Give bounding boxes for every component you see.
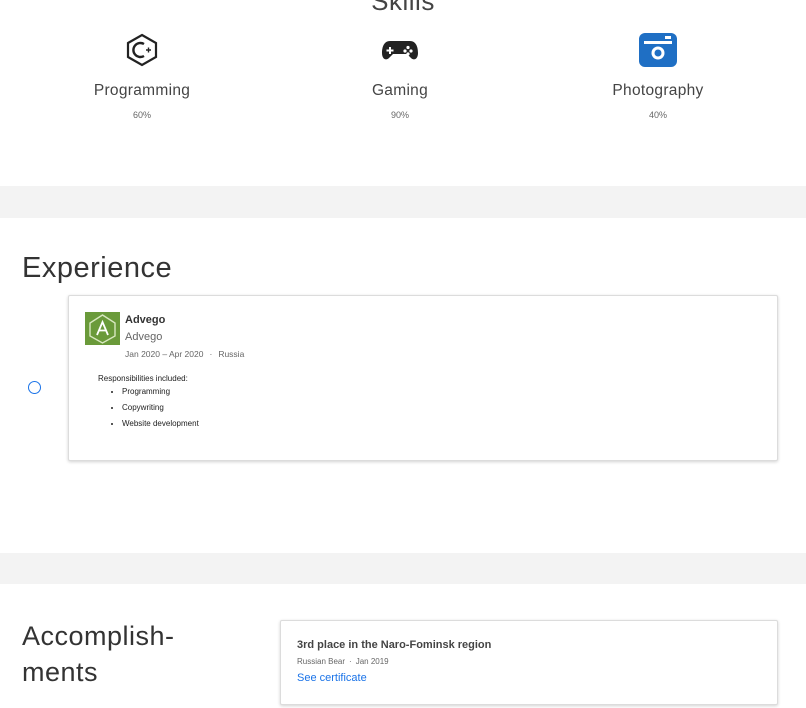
responsibilities-list: Programming Copywriting Website developm… bbox=[98, 387, 199, 429]
camera-icon bbox=[639, 33, 677, 67]
list-item: Copywriting bbox=[122, 403, 199, 413]
accomplishments-title: Accomplish- ments bbox=[22, 618, 175, 690]
accomplishments-title-line1: Accomplish- bbox=[22, 621, 175, 651]
responsibilities: Responsibilities included: Programming C… bbox=[98, 374, 199, 435]
skill-gaming: Gaming 90% bbox=[300, 32, 500, 120]
section-divider bbox=[0, 186, 806, 218]
experience-title: Experience bbox=[22, 252, 173, 284]
separator: · bbox=[209, 349, 213, 359]
accomplishment-meta: Russian Bear · Jan 2019 bbox=[297, 657, 389, 666]
accomplishment-card: 3rd place in the Naro-Fominsk region Rus… bbox=[280, 620, 778, 705]
accomplishment-title: 3rd place in the Naro-Fominsk region bbox=[297, 639, 492, 651]
experience-card: Advego Advego Jan 2020 – Apr 2020 · Russia… bbox=[68, 295, 778, 461]
skill-name: Photography bbox=[612, 82, 704, 99]
skill-percent: 60% bbox=[132, 110, 151, 120]
company-logo bbox=[85, 312, 120, 345]
list-item: Programming bbox=[122, 387, 199, 397]
section-divider bbox=[0, 553, 806, 584]
see-certificate-link[interactable]: See certificate bbox=[297, 672, 367, 684]
gamepad-icon bbox=[382, 41, 418, 60]
accomplishment-date: Jan 2019 bbox=[355, 657, 389, 666]
job-location: Russia bbox=[218, 349, 245, 359]
accomplishment-issuer: Russian Bear bbox=[297, 657, 346, 666]
skill-name: Gaming bbox=[371, 82, 429, 99]
timeline-dot[interactable] bbox=[28, 381, 41, 394]
responsibilities-label: Responsibilities included: bbox=[98, 374, 188, 383]
skill-photography: Photography 40% bbox=[558, 32, 758, 120]
job-dates: Jan 2020 – Apr 2020 bbox=[125, 349, 204, 359]
skill-name: Programming bbox=[93, 82, 191, 99]
accomplishments-title-line2: ments bbox=[22, 657, 99, 687]
skill-programming: Programming 60% bbox=[42, 32, 242, 120]
company-subtitle: Advego bbox=[125, 331, 163, 343]
separator: · bbox=[349, 657, 352, 666]
skills-title: Skills bbox=[371, 0, 435, 16]
list-item: Website development bbox=[122, 419, 199, 429]
skill-percent: 40% bbox=[648, 110, 667, 120]
skill-percent: 90% bbox=[390, 110, 409, 120]
c-plus-plus-icon bbox=[126, 33, 158, 67]
company-name: Advego bbox=[125, 314, 166, 326]
skills-section: Skills Programming 60% Gaming 90% Photog… bbox=[0, 0, 806, 186]
job-meta: Jan 2020 – Apr 2020 · Russia bbox=[125, 349, 244, 359]
